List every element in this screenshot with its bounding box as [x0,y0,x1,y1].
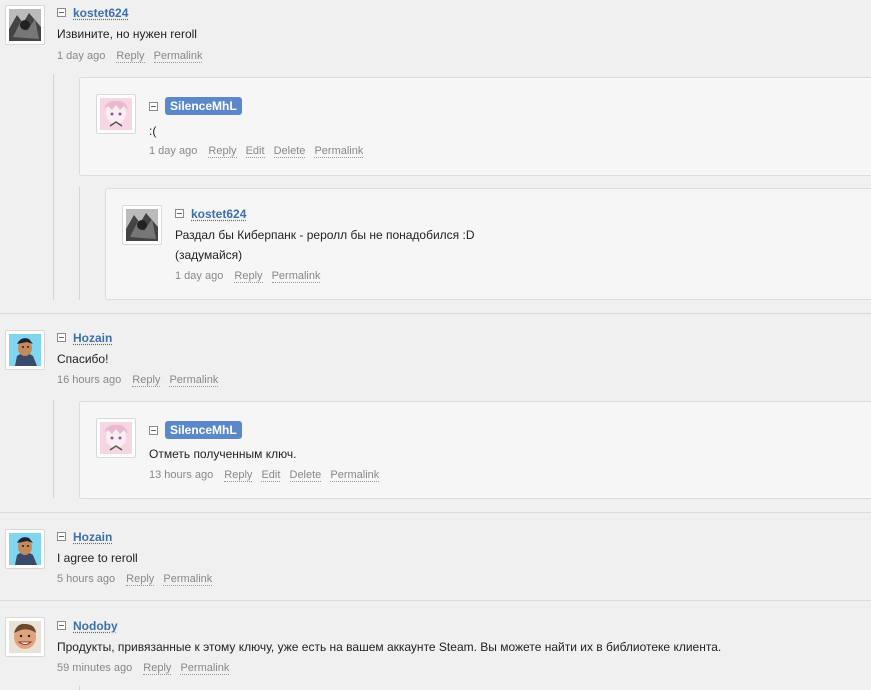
collapse-minus-icon[interactable] [57,333,66,342]
comment-meta: 16 hours ago Reply Permalink [57,374,224,387]
edit-link[interactable]: Edit [245,145,265,158]
avatar[interactable] [5,330,45,370]
permalink-link[interactable]: Permalink [153,50,203,63]
reply-container [79,77,871,176]
avatar[interactable] [96,94,136,134]
avatar[interactable] [5,617,45,657]
delete-link[interactable]: Delete [273,145,306,158]
separator [0,512,871,513]
comment-meta: 1 day ago Reply Permalink [57,50,208,63]
reply-container [105,188,871,300]
username[interactable]: SilenceMhL [165,421,242,439]
comment-meta: 1 day ago Reply Edit Delete Permalink [149,145,369,158]
comment-text-line2: (задумайся) [175,248,243,262]
reply-link[interactable]: Reply [143,662,172,675]
avatar[interactable] [122,205,162,245]
username[interactable]: SilenceMhL [165,97,242,115]
collapse-minus-icon[interactable] [149,102,158,111]
reply-link[interactable]: Reply [132,374,161,387]
comment-text: Продукты, привязанные к этому ключу, уже… [57,640,722,654]
timestamp: 59 minutes ago [57,662,133,674]
timestamp: 13 hours ago [149,469,214,481]
thread-line [53,74,54,300]
timestamp: 1 day ago [57,50,106,62]
thread-line [79,187,80,300]
permalink-link[interactable]: Permalink [180,662,230,675]
comment-text: Отметь полученным ключ. [149,447,297,461]
permalink-link[interactable]: Permalink [271,270,321,283]
collapse-minus-icon[interactable] [57,532,66,541]
timestamp: 1 day ago [175,270,224,282]
separator [0,313,871,314]
permalink-link[interactable]: Permalink [163,573,213,586]
permalink-link[interactable]: Permalink [169,374,219,387]
thread-line [53,400,54,498]
timestamp: 16 hours ago [57,374,122,386]
comment-meta: 13 hours ago Reply Edit Delete Permalink [149,469,385,482]
collapse-minus-icon[interactable] [57,621,66,630]
comment-meta: 59 minutes ago Reply Permalink [57,662,235,675]
reply-link[interactable]: Reply [208,145,237,158]
username[interactable]: Nodoby [73,619,118,633]
avatar[interactable] [96,418,136,458]
reply-link[interactable]: Reply [224,469,253,482]
thread-line [79,686,80,690]
collapse-minus-icon[interactable] [57,8,66,17]
username[interactable]: kostet624 [73,6,128,20]
comment-meta: 5 hours ago Reply Permalink [57,573,218,586]
collapse-minus-icon[interactable] [149,426,158,435]
comment-text: :( [149,124,157,138]
username[interactable]: Hozain [73,331,112,345]
permalink-link[interactable]: Permalink [330,469,380,482]
reply-link[interactable]: Reply [234,270,263,283]
separator [0,600,871,601]
comment-text: Раздал бы Киберпанк - реролл бы не понад… [175,228,475,242]
reply-link[interactable]: Reply [126,573,155,586]
timestamp: 1 day ago [149,145,198,157]
comment-text: Спасибо! [57,352,109,366]
username[interactable]: Hozain [73,530,112,544]
avatar[interactable] [5,5,45,45]
permalink-link[interactable]: Permalink [314,145,364,158]
reply-link[interactable]: Reply [116,50,145,63]
avatar[interactable] [5,529,45,569]
comment-text: I agree to reroll [57,551,138,565]
timestamp: 5 hours ago [57,573,116,585]
edit-link[interactable]: Edit [261,469,281,482]
collapse-minus-icon[interactable] [175,209,184,218]
username[interactable]: kostet624 [191,207,246,221]
comment-meta: 1 day ago Reply Permalink [175,270,326,283]
delete-link[interactable]: Delete [289,469,322,482]
comment-text: Извините, но нужен reroll [57,27,197,41]
